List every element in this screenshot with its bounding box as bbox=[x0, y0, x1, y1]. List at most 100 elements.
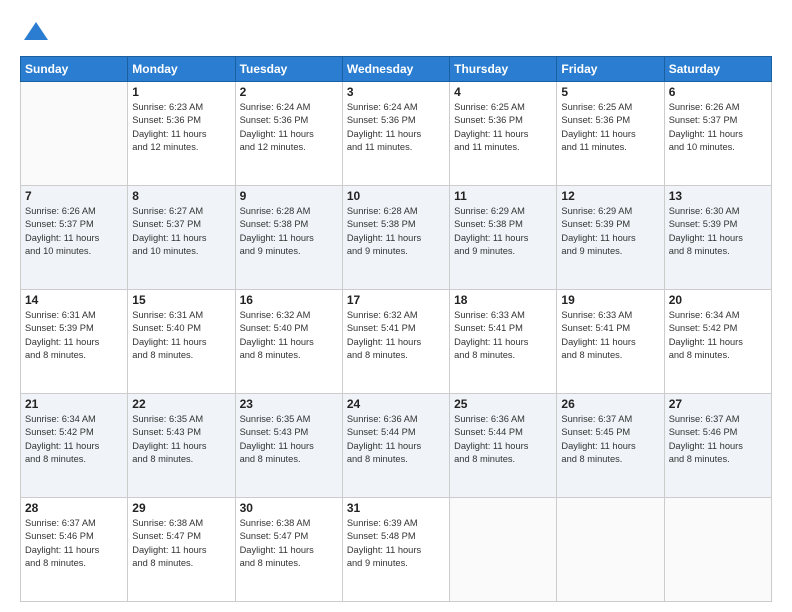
day-info: Sunrise: 6:34 AMSunset: 5:42 PMDaylight:… bbox=[669, 309, 767, 363]
day-number: 9 bbox=[240, 189, 338, 203]
day-number: 3 bbox=[347, 85, 445, 99]
day-number: 22 bbox=[132, 397, 230, 411]
day-number: 28 bbox=[25, 501, 123, 515]
day-info: Sunrise: 6:37 AMSunset: 5:46 PMDaylight:… bbox=[25, 517, 123, 571]
day-info: Sunrise: 6:35 AMSunset: 5:43 PMDaylight:… bbox=[132, 413, 230, 467]
logo bbox=[20, 18, 50, 46]
calendar-cell: 24 Sunrise: 6:36 AMSunset: 5:44 PMDayligh… bbox=[342, 394, 449, 498]
day-number: 23 bbox=[240, 397, 338, 411]
day-number: 14 bbox=[25, 293, 123, 307]
day-info: Sunrise: 6:32 AMSunset: 5:41 PMDaylight:… bbox=[347, 309, 445, 363]
day-number: 10 bbox=[347, 189, 445, 203]
calendar-day-header: Wednesday bbox=[342, 57, 449, 82]
day-info: Sunrise: 6:25 AMSunset: 5:36 PMDaylight:… bbox=[561, 101, 659, 155]
calendar-cell: 8Sunrise: 6:27 AMSunset: 5:37 PMDaylight… bbox=[128, 186, 235, 290]
day-number: 2 bbox=[240, 85, 338, 99]
calendar-cell: 1 Sunrise: 6:23 AMSunset: 5:36 PMDaylight… bbox=[128, 82, 235, 186]
calendar-cell: 14 Sunrise: 6:31 AMSunset: 5:39 PMDayligh… bbox=[21, 290, 128, 394]
day-info: Sunrise: 6:28 AMSunset: 5:38 PMDaylight:… bbox=[240, 205, 338, 259]
day-number: 13 bbox=[669, 189, 767, 203]
day-info: Sunrise: 6:24 AMSunset: 5:36 PMDaylight:… bbox=[347, 101, 445, 155]
day-number: 1 bbox=[132, 85, 230, 99]
day-number: 25 bbox=[454, 397, 552, 411]
day-number: 17 bbox=[347, 293, 445, 307]
day-number: 19 bbox=[561, 293, 659, 307]
day-number: 26 bbox=[561, 397, 659, 411]
day-info: Sunrise: 6:25 AMSunset: 5:36 PMDaylight:… bbox=[454, 101, 552, 155]
day-number: 5 bbox=[561, 85, 659, 99]
calendar-cell: 13 Sunrise: 6:30 AMSunset: 5:39 PMDayligh… bbox=[664, 186, 771, 290]
day-info: Sunrise: 6:36 AMSunset: 5:44 PMDaylight:… bbox=[347, 413, 445, 467]
calendar-header-row: SundayMondayTuesdayWednesdayThursdayFrid… bbox=[21, 57, 772, 82]
calendar-week-row: 28 Sunrise: 6:37 AMSunset: 5:46 PMDayligh… bbox=[21, 498, 772, 602]
day-info: Sunrise: 6:23 AMSunset: 5:36 PMDaylight:… bbox=[132, 101, 230, 155]
day-number: 7 bbox=[25, 189, 123, 203]
calendar-cell: 11 Sunrise: 6:29 AMSunset: 5:38 PMDayligh… bbox=[450, 186, 557, 290]
day-number: 4 bbox=[454, 85, 552, 99]
calendar-cell: 7 Sunrise: 6:26 AMSunset: 5:37 PMDaylight… bbox=[21, 186, 128, 290]
calendar-day-header: Sunday bbox=[21, 57, 128, 82]
calendar-day-header: Thursday bbox=[450, 57, 557, 82]
logo-icon bbox=[22, 18, 50, 46]
day-info: Sunrise: 6:27 AMSunset: 5:37 PMDaylight:… bbox=[132, 205, 230, 259]
header bbox=[20, 18, 772, 46]
calendar-cell: 29Sunrise: 6:38 AMSunset: 5:47 PMDayligh… bbox=[128, 498, 235, 602]
calendar-day-header: Tuesday bbox=[235, 57, 342, 82]
calendar-day-header: Friday bbox=[557, 57, 664, 82]
day-info: Sunrise: 6:32 AMSunset: 5:40 PMDaylight:… bbox=[240, 309, 338, 363]
day-info: Sunrise: 6:37 AMSunset: 5:45 PMDaylight:… bbox=[561, 413, 659, 467]
calendar-cell: 30Sunrise: 6:38 AMSunset: 5:47 PMDayligh… bbox=[235, 498, 342, 602]
calendar-cell: 27 Sunrise: 6:37 AMSunset: 5:46 PMDayligh… bbox=[664, 394, 771, 498]
day-number: 18 bbox=[454, 293, 552, 307]
day-info: Sunrise: 6:33 AMSunset: 5:41 PMDaylight:… bbox=[454, 309, 552, 363]
calendar-cell bbox=[557, 498, 664, 602]
calendar-cell: 12Sunrise: 6:29 AMSunset: 5:39 PMDayligh… bbox=[557, 186, 664, 290]
day-info: Sunrise: 6:35 AMSunset: 5:43 PMDaylight:… bbox=[240, 413, 338, 467]
day-info: Sunrise: 6:36 AMSunset: 5:44 PMDaylight:… bbox=[454, 413, 552, 467]
calendar-cell bbox=[21, 82, 128, 186]
calendar-cell: 3 Sunrise: 6:24 AMSunset: 5:36 PMDaylight… bbox=[342, 82, 449, 186]
day-info: Sunrise: 6:26 AMSunset: 5:37 PMDaylight:… bbox=[669, 101, 767, 155]
calendar-cell: 21 Sunrise: 6:34 AMSunset: 5:42 PMDayligh… bbox=[21, 394, 128, 498]
calendar-cell: 16 Sunrise: 6:32 AMSunset: 5:40 PMDayligh… bbox=[235, 290, 342, 394]
calendar-week-row: 1 Sunrise: 6:23 AMSunset: 5:36 PMDaylight… bbox=[21, 82, 772, 186]
day-info: Sunrise: 6:33 AMSunset: 5:41 PMDaylight:… bbox=[561, 309, 659, 363]
day-number: 29 bbox=[132, 501, 230, 515]
calendar-cell: 31 Sunrise: 6:39 AMSunset: 5:48 PMDayligh… bbox=[342, 498, 449, 602]
day-info: Sunrise: 6:31 AMSunset: 5:39 PMDaylight:… bbox=[25, 309, 123, 363]
day-number: 12 bbox=[561, 189, 659, 203]
calendar-week-row: 21 Sunrise: 6:34 AMSunset: 5:42 PMDayligh… bbox=[21, 394, 772, 498]
calendar-cell bbox=[450, 498, 557, 602]
day-info: Sunrise: 6:24 AMSunset: 5:36 PMDaylight:… bbox=[240, 101, 338, 155]
calendar-cell: 4 Sunrise: 6:25 AMSunset: 5:36 PMDaylight… bbox=[450, 82, 557, 186]
day-number: 31 bbox=[347, 501, 445, 515]
calendar-week-row: 14 Sunrise: 6:31 AMSunset: 5:39 PMDayligh… bbox=[21, 290, 772, 394]
day-info: Sunrise: 6:31 AMSunset: 5:40 PMDaylight:… bbox=[132, 309, 230, 363]
calendar-cell: 26 Sunrise: 6:37 AMSunset: 5:45 PMDayligh… bbox=[557, 394, 664, 498]
day-info: Sunrise: 6:30 AMSunset: 5:39 PMDaylight:… bbox=[669, 205, 767, 259]
calendar-table: SundayMondayTuesdayWednesdayThursdayFrid… bbox=[20, 56, 772, 602]
day-number: 16 bbox=[240, 293, 338, 307]
calendar-cell: 25 Sunrise: 6:36 AMSunset: 5:44 PMDayligh… bbox=[450, 394, 557, 498]
calendar-day-header: Monday bbox=[128, 57, 235, 82]
day-number: 24 bbox=[347, 397, 445, 411]
calendar-cell: 15Sunrise: 6:31 AMSunset: 5:40 PMDayligh… bbox=[128, 290, 235, 394]
calendar-cell: 22 Sunrise: 6:35 AMSunset: 5:43 PMDayligh… bbox=[128, 394, 235, 498]
day-number: 11 bbox=[454, 189, 552, 203]
calendar-day-header: Saturday bbox=[664, 57, 771, 82]
day-info: Sunrise: 6:39 AMSunset: 5:48 PMDaylight:… bbox=[347, 517, 445, 571]
day-info: Sunrise: 6:34 AMSunset: 5:42 PMDaylight:… bbox=[25, 413, 123, 467]
calendar-cell: 18 Sunrise: 6:33 AMSunset: 5:41 PMDayligh… bbox=[450, 290, 557, 394]
day-number: 21 bbox=[25, 397, 123, 411]
calendar-cell: 20Sunrise: 6:34 AMSunset: 5:42 PMDayligh… bbox=[664, 290, 771, 394]
calendar-cell: 23 Sunrise: 6:35 AMSunset: 5:43 PMDayligh… bbox=[235, 394, 342, 498]
day-info: Sunrise: 6:26 AMSunset: 5:37 PMDaylight:… bbox=[25, 205, 123, 259]
day-info: Sunrise: 6:29 AMSunset: 5:38 PMDaylight:… bbox=[454, 205, 552, 259]
calendar-cell: 6Sunrise: 6:26 AMSunset: 5:37 PMDaylight… bbox=[664, 82, 771, 186]
calendar-cell: 9 Sunrise: 6:28 AMSunset: 5:38 PMDaylight… bbox=[235, 186, 342, 290]
day-info: Sunrise: 6:37 AMSunset: 5:46 PMDaylight:… bbox=[669, 413, 767, 467]
day-info: Sunrise: 6:28 AMSunset: 5:38 PMDaylight:… bbox=[347, 205, 445, 259]
day-number: 27 bbox=[669, 397, 767, 411]
calendar-cell: 10 Sunrise: 6:28 AMSunset: 5:38 PMDayligh… bbox=[342, 186, 449, 290]
day-info: Sunrise: 6:38 AMSunset: 5:47 PMDaylight:… bbox=[240, 517, 338, 571]
